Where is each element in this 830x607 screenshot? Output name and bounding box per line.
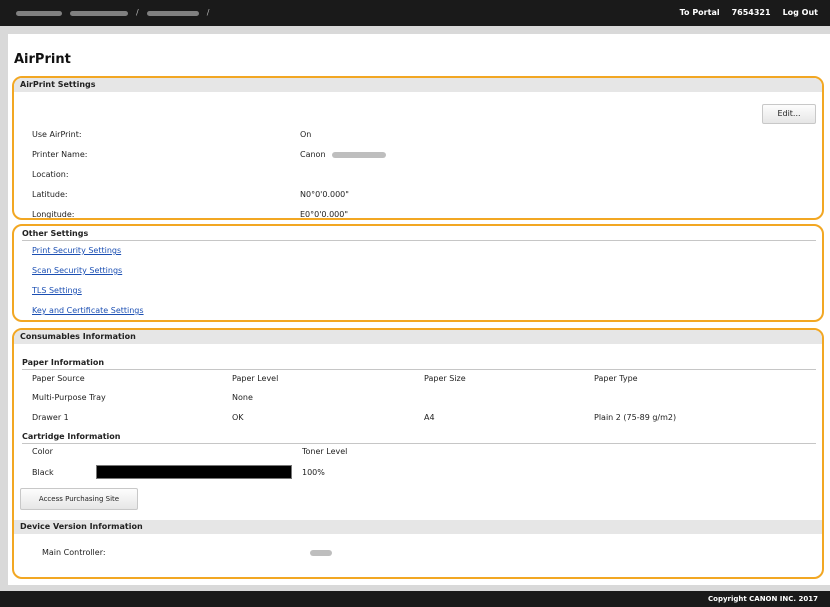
paper-type-cell: Plain 2 (75-89 g/m2) (594, 413, 677, 422)
copyright-text: Copyright CANON INC. 2017 (708, 595, 818, 603)
printer-name-value: Canon (300, 150, 387, 159)
paper-source-cell: Multi-Purpose Tray (32, 393, 106, 402)
toner-level-text: 100% (302, 468, 325, 477)
to-portal-link[interactable]: To Portal (680, 8, 720, 17)
col-paper-source: Paper Source (32, 374, 85, 383)
top-right-links: To Portal 7654321 Log Out (680, 8, 818, 17)
col-toner-level: Toner Level (302, 447, 348, 456)
device-version-header: Device Version Information (14, 520, 822, 534)
paper-level-cell: None (232, 393, 253, 402)
col-paper-type: Paper Type (594, 374, 638, 383)
breadcrumb-device-name[interactable] (16, 10, 62, 16)
airprint-settings-header: AirPrint Settings (14, 78, 822, 92)
cartridge-color: Black (32, 468, 54, 477)
breadcrumb: / / (16, 9, 209, 17)
main-controller-label: Main Controller: (42, 548, 106, 557)
paper-size-cell: A4 (424, 413, 435, 422)
latitude-value: N0°0'0.000" (300, 190, 349, 199)
divider (22, 369, 816, 370)
key-certificate-settings-link[interactable]: Key and Certificate Settings (32, 306, 144, 315)
col-paper-size: Paper Size (424, 374, 466, 383)
main-controller-value (310, 548, 332, 557)
latitude-label: Latitude: (32, 190, 68, 199)
airprint-settings-section: AirPrint Settings Edit... Use AirPrint: … (12, 76, 824, 220)
paper-level-cell: OK (232, 413, 244, 422)
paper-source-cell: Drawer 1 (32, 413, 69, 422)
longitude-value: E0°0'0.000" (300, 210, 349, 219)
col-paper-level: Paper Level (232, 374, 279, 383)
breadcrumb-series-2[interactable] (146, 10, 199, 16)
longitude-label: Longitude: (32, 210, 75, 219)
scan-security-settings-link[interactable]: Scan Security Settings (32, 266, 122, 275)
page-title: AirPrint (14, 52, 71, 67)
use-airprint-label: Use AirPrint: (32, 130, 82, 139)
breadcrumb-separator: / (136, 8, 139, 17)
logout-link[interactable]: Log Out (783, 8, 818, 17)
breadcrumb-separator: / (206, 8, 210, 17)
printer-name-text: Canon (300, 150, 326, 159)
location-label: Location: (32, 170, 69, 179)
breadcrumb-series[interactable] (70, 10, 128, 16)
top-bar: / / To Portal 7654321 Log Out (0, 0, 830, 26)
col-color: Color (32, 447, 53, 456)
other-settings-header: Other Settings (22, 229, 89, 238)
print-security-settings-link[interactable]: Print Security Settings (32, 246, 121, 255)
page-content: AirPrint AirPrint Settings Edit... Use A… (8, 34, 830, 585)
toner-level-bar (96, 465, 292, 479)
consumables-header: Consumables Information (14, 330, 822, 344)
access-purchasing-site-button[interactable]: Access Purchasing Site (20, 488, 138, 510)
footer: Copyright CANON INC. 2017 (0, 591, 830, 607)
edit-button[interactable]: Edit... (762, 104, 816, 124)
divider (22, 443, 816, 444)
cartridge-info-header: Cartridge Information (22, 432, 121, 441)
consumables-section: Consumables Information Paper Informatio… (12, 328, 824, 579)
printer-name-label: Printer Name: (32, 150, 88, 159)
divider (22, 240, 816, 241)
toner-level-fill (97, 466, 291, 478)
tls-settings-link[interactable]: TLS Settings (32, 286, 82, 295)
printer-model-redacted (332, 151, 387, 158)
use-airprint-value: On (300, 130, 312, 139)
paper-info-header: Paper Information (22, 358, 105, 367)
user-id: 7654321 (731, 8, 771, 17)
main-controller-version-redacted (310, 549, 332, 556)
other-settings-section: Other Settings Print Security Settings S… (12, 224, 824, 322)
